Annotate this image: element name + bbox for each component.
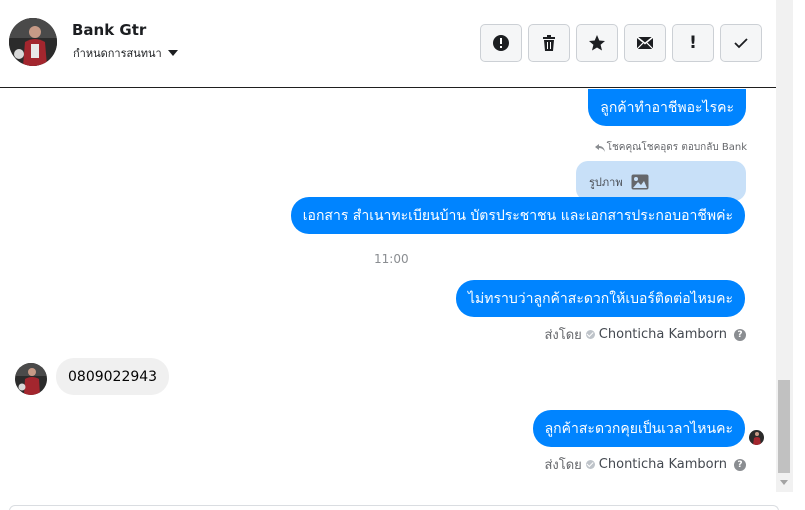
caret-down-icon [167,50,178,56]
verified-check-icon [585,330,595,339]
verified-check-icon [585,460,595,469]
check-icon [734,38,748,49]
conversation-actions: ! [480,24,762,62]
outgoing-message[interactable]: เอกสาร สำเนาทะเบียนบ้าน บัตรประชาชน และเ… [290,197,745,234]
conversation-panel: Bank Gtr กำหนดการสนทนา ! ลูกค้าทำอาชีพอะ… [0,0,805,510]
assign-conversation-dropdown[interactable]: กำหนดการสนทนา [73,44,178,62]
reply-label-text: โชคคุณโชคอุดร ตอบกลับ Bank [606,142,747,153]
contact-name: Bank Gtr [72,21,147,39]
reply-arrow-icon [594,143,605,152]
sent-by-indicator: ส่งโดย Chonticha Kamborn ? [544,454,746,475]
scrollbar-thumb[interactable] [778,380,790,473]
star-icon [589,35,605,51]
photo-label-text: รูปภาพ [589,176,623,189]
outgoing-message[interactable]: ลูกค้าสะดวกคุยเป็นเวลาไหนคะ [532,410,745,447]
envelope-icon [636,36,654,50]
alert-circle-icon [493,35,509,51]
timestamp: 11:00 [374,252,409,266]
assign-conversation-label: กำหนดการสนทนา [73,47,162,60]
outgoing-message[interactable]: ไม่ทราบว่าลูกค้าสะดวกให้เบอร์ติดต่อไหมคะ [456,280,745,317]
follow-up-button[interactable]: ! [672,24,714,62]
agent-name: Chonticha Kamborn [598,327,727,342]
sent-by-indicator: ส่งโดย Chonticha Kamborn ? [544,324,746,345]
sent-by-label: ส่งโดย [544,458,582,473]
mark-spam-button[interactable] [480,24,522,62]
mark-done-button[interactable] [720,24,762,62]
scroll-down-arrow-icon[interactable] [780,480,788,485]
image-icon [631,174,649,190]
contact-avatar-small[interactable] [15,363,47,395]
conversation-header: Bank Gtr กำหนดการสนทนา ! [0,0,792,88]
trash-icon [543,35,555,51]
sent-by-label: ส่งโดย [544,328,582,343]
replied-photo-preview[interactable]: รูปภาพ [576,161,746,201]
agent-name: Chonticha Kamborn [598,457,727,472]
outgoing-message[interactable]: ลูกค้าทำอาชีพอะไรคะ [588,89,746,126]
message-scrollbar[interactable] [776,0,793,492]
seen-indicator-avatar [749,430,764,445]
message-composer[interactable] [9,505,779,510]
help-icon[interactable]: ? [734,458,746,471]
star-button[interactable] [576,24,618,62]
exclamation-icon: ! [689,32,697,53]
reply-indicator: โชคคุณโชคอุดร ตอบกลับ Bank [594,140,747,155]
incoming-message[interactable]: 0809022943 [56,358,170,395]
delete-button[interactable] [528,24,570,62]
mark-unread-button[interactable] [624,24,666,62]
contact-avatar[interactable] [9,18,57,66]
help-icon[interactable]: ? [734,328,746,341]
photo-preview-label: รูปภาพ [589,173,649,191]
